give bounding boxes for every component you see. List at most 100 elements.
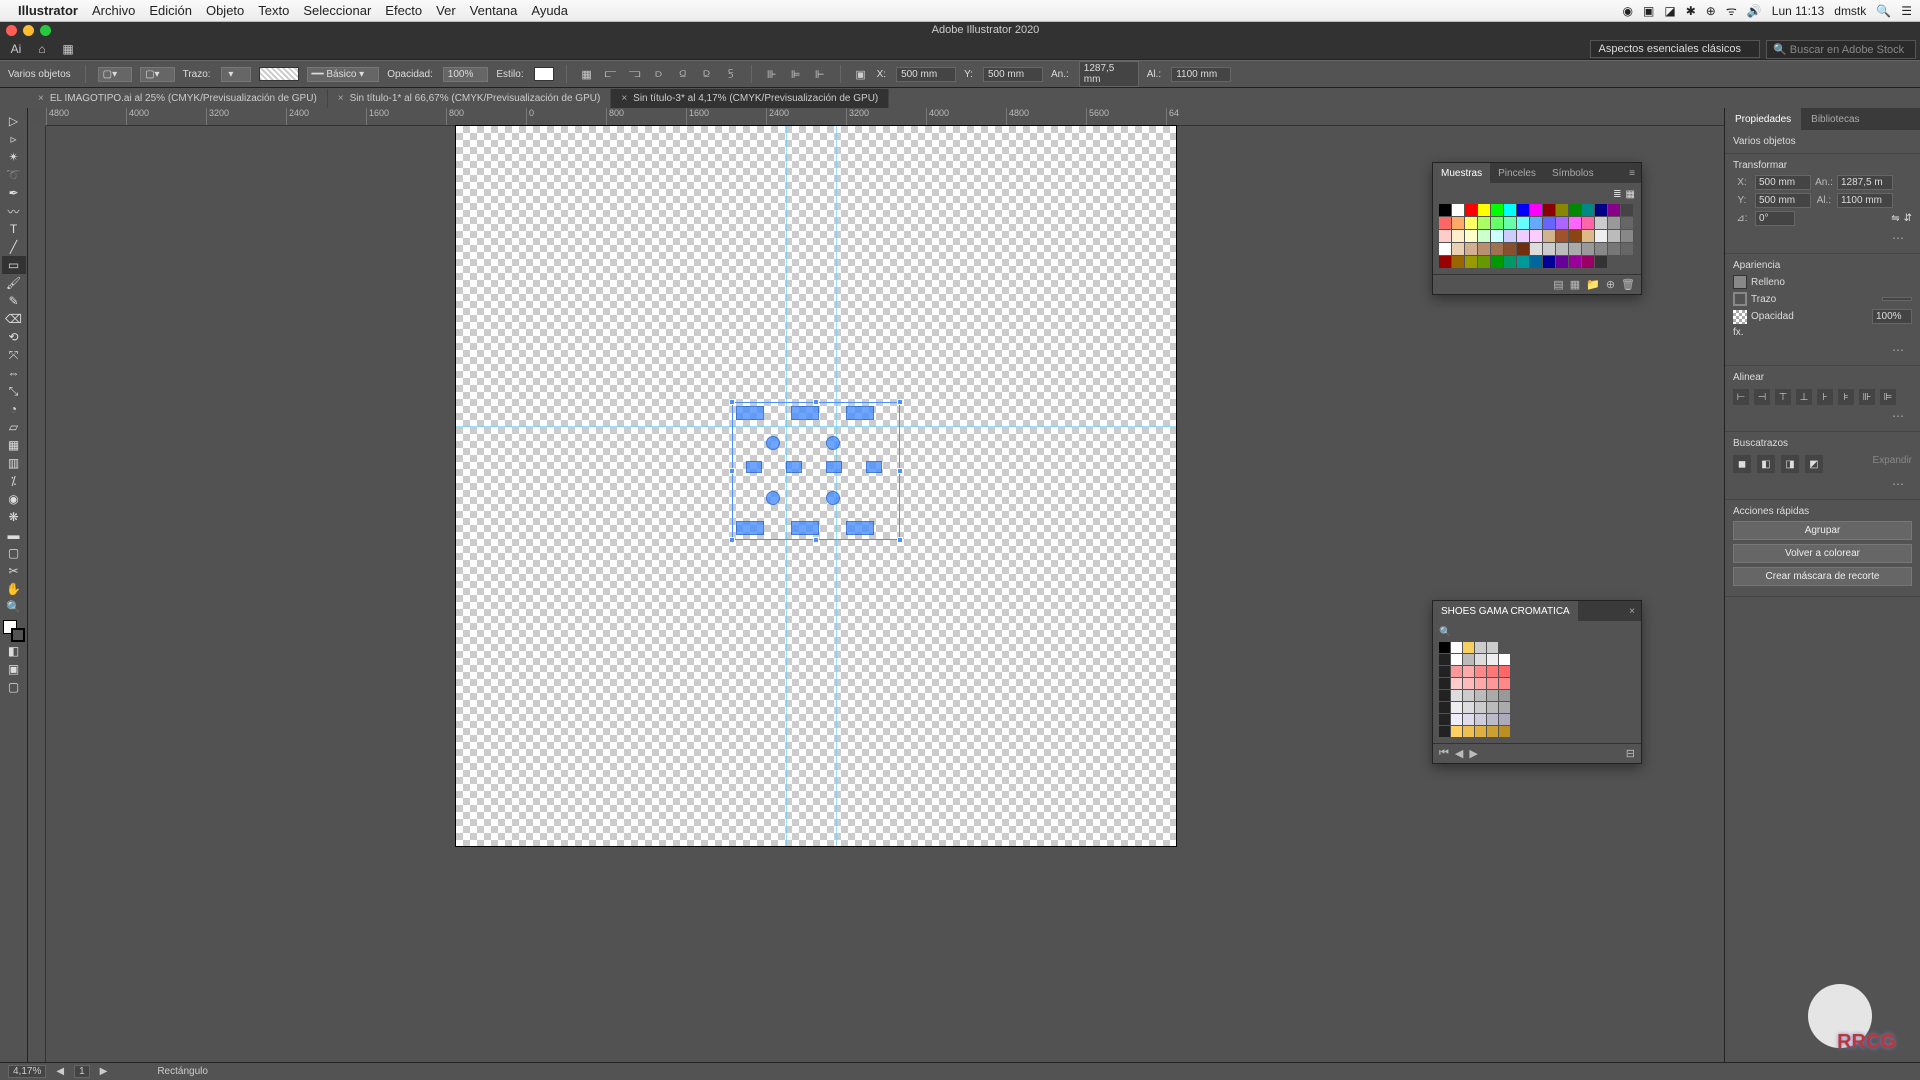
pathfinder-exclude-icon[interactable]: ◩: [1805, 455, 1823, 473]
home-icon[interactable]: ⌂: [34, 41, 50, 57]
swatch[interactable]: [1595, 256, 1607, 268]
flip-v-icon[interactable]: ⇵: [1904, 213, 1912, 224]
scale-tool[interactable]: ⤧: [2, 346, 26, 364]
swatch[interactable]: [1499, 690, 1510, 701]
swatch[interactable]: [1439, 204, 1451, 216]
swatch[interactable]: [1463, 642, 1474, 653]
align-top-icon[interactable]: ⫑: [675, 66, 691, 82]
align-hcenter-icon[interactable]: ⫎: [627, 66, 643, 82]
nav-first-icon[interactable]: ⏮: [1439, 747, 1449, 760]
nav-prev-icon[interactable]: ◀: [1455, 747, 1463, 760]
swatch[interactable]: [1487, 714, 1498, 725]
shoes-color-group-panel[interactable]: SHOES GAMA CROMATICA × 🔍 ⏮ ◀ ▶ ⊟: [1432, 600, 1642, 764]
stroke-preview[interactable]: [259, 67, 299, 81]
swatch[interactable]: [1487, 654, 1498, 665]
slice-tool[interactable]: ✂: [2, 562, 26, 580]
swatch[interactable]: [1451, 702, 1462, 713]
swatch[interactable]: [1451, 714, 1462, 725]
swatch[interactable]: [1499, 678, 1510, 689]
opacity-field[interactable]: 100%: [1872, 309, 1912, 324]
zoom-tool[interactable]: 🔍: [2, 598, 26, 616]
swatch[interactable]: [1517, 204, 1529, 216]
menu-ventana[interactable]: Ventana: [470, 3, 518, 18]
fill-stroke-indicator[interactable]: [3, 620, 25, 642]
align-top-icon[interactable]: ⊥: [1796, 389, 1812, 405]
swatch[interactable]: [1530, 243, 1542, 255]
swatch[interactable]: [1439, 678, 1450, 689]
swatch[interactable]: [1543, 256, 1555, 268]
swatch[interactable]: [1595, 230, 1607, 242]
swatches-tab[interactable]: Muestras: [1433, 163, 1490, 183]
draw-mode-icon[interactable]: ▣: [2, 660, 26, 678]
swatch[interactable]: [1504, 217, 1516, 229]
swatch[interactable]: [1439, 714, 1450, 725]
tray-icon[interactable]: ◉: [1623, 4, 1633, 18]
transform-x-field[interactable]: 500 mm: [1755, 175, 1811, 190]
swatch[interactable]: [1556, 256, 1568, 268]
more-options-icon[interactable]: ⋯: [1733, 229, 1912, 247]
type-tool[interactable]: T: [2, 220, 26, 238]
swatch[interactable]: [1475, 642, 1486, 653]
swatch[interactable]: [1475, 666, 1486, 677]
expand-button[interactable]: Expandir: [1873, 455, 1912, 473]
swatch[interactable]: [1621, 204, 1633, 216]
swatch[interactable]: [1465, 230, 1477, 242]
transform-y-field[interactable]: 500 mm: [1755, 193, 1811, 208]
swatch[interactable]: [1478, 204, 1490, 216]
menu-archivo[interactable]: Archivo: [92, 3, 135, 18]
menu-efecto[interactable]: Efecto: [385, 3, 422, 18]
menu-ayuda[interactable]: Ayuda: [531, 3, 568, 18]
libraries-tab[interactable]: Bibliotecas: [1801, 108, 1869, 130]
swatch[interactable]: [1439, 230, 1451, 242]
free-transform-tool[interactable]: ⤡: [2, 382, 26, 400]
symbol-sprayer-tool[interactable]: ❋: [2, 508, 26, 526]
swatch[interactable]: [1451, 642, 1462, 653]
pathfinder-minus-front-icon[interactable]: ◧: [1757, 455, 1775, 473]
color-mode-icon[interactable]: ◧: [2, 642, 26, 660]
swatch[interactable]: [1543, 243, 1555, 255]
align-vcenter-icon[interactable]: ⫒: [699, 66, 715, 82]
stroke-weight-dropdown[interactable]: ▾: [221, 67, 251, 82]
direct-selection-tool[interactable]: ▹: [2, 130, 26, 148]
swatch[interactable]: [1556, 217, 1568, 229]
swatch[interactable]: [1452, 217, 1464, 229]
swatch[interactable]: [1465, 204, 1477, 216]
swatch[interactable]: [1475, 714, 1486, 725]
y-field[interactable]: 500 mm: [983, 67, 1043, 82]
x-field[interactable]: 500 mm: [896, 67, 956, 82]
mesh-tool[interactable]: ▦: [2, 436, 26, 454]
swatch[interactable]: [1543, 204, 1555, 216]
perspective-tool[interactable]: ▱: [2, 418, 26, 436]
swatch[interactable]: [1463, 726, 1474, 737]
swatch[interactable]: [1439, 256, 1451, 268]
stroke-weight-field[interactable]: [1882, 297, 1912, 301]
swatch[interactable]: [1556, 243, 1568, 255]
align-bottom-icon[interactable]: ⫓: [723, 66, 739, 82]
swatch[interactable]: [1504, 204, 1516, 216]
swatch[interactable]: [1487, 690, 1498, 701]
artboard-number[interactable]: 1: [74, 1065, 90, 1078]
swatch[interactable]: [1556, 204, 1568, 216]
shape-builder-tool[interactable]: ◔: [2, 400, 26, 418]
swatch[interactable]: [1517, 217, 1529, 229]
wifi-icon[interactable]: ᯤ: [1726, 2, 1737, 19]
swatch[interactable]: [1439, 642, 1450, 653]
menu-seleccionar[interactable]: Seleccionar: [303, 3, 371, 18]
artboard-nav-prev-icon[interactable]: ◀: [56, 1066, 64, 1077]
swatch[interactable]: [1517, 243, 1529, 255]
zoom-level[interactable]: 4,17%: [8, 1065, 46, 1078]
swatch-options-icon[interactable]: ▦: [1570, 278, 1580, 291]
swatch[interactable]: [1439, 654, 1450, 665]
swatch[interactable]: [1499, 654, 1510, 665]
menu-edicion[interactable]: Edición: [149, 3, 192, 18]
style-swatch[interactable]: [534, 67, 554, 81]
swatch[interactable]: [1608, 217, 1620, 229]
volume-icon[interactable]: 🔊: [1747, 4, 1762, 18]
swatch[interactable]: [1530, 217, 1542, 229]
distribute-icon[interactable]: ⊩: [812, 66, 828, 82]
recolor-button[interactable]: Volver a colorear: [1733, 544, 1912, 563]
tray-icon[interactable]: ⊕: [1706, 4, 1716, 18]
swatch[interactable]: [1621, 230, 1633, 242]
align-right-icon[interactable]: ⫐: [651, 66, 667, 82]
swatch[interactable]: [1582, 204, 1594, 216]
